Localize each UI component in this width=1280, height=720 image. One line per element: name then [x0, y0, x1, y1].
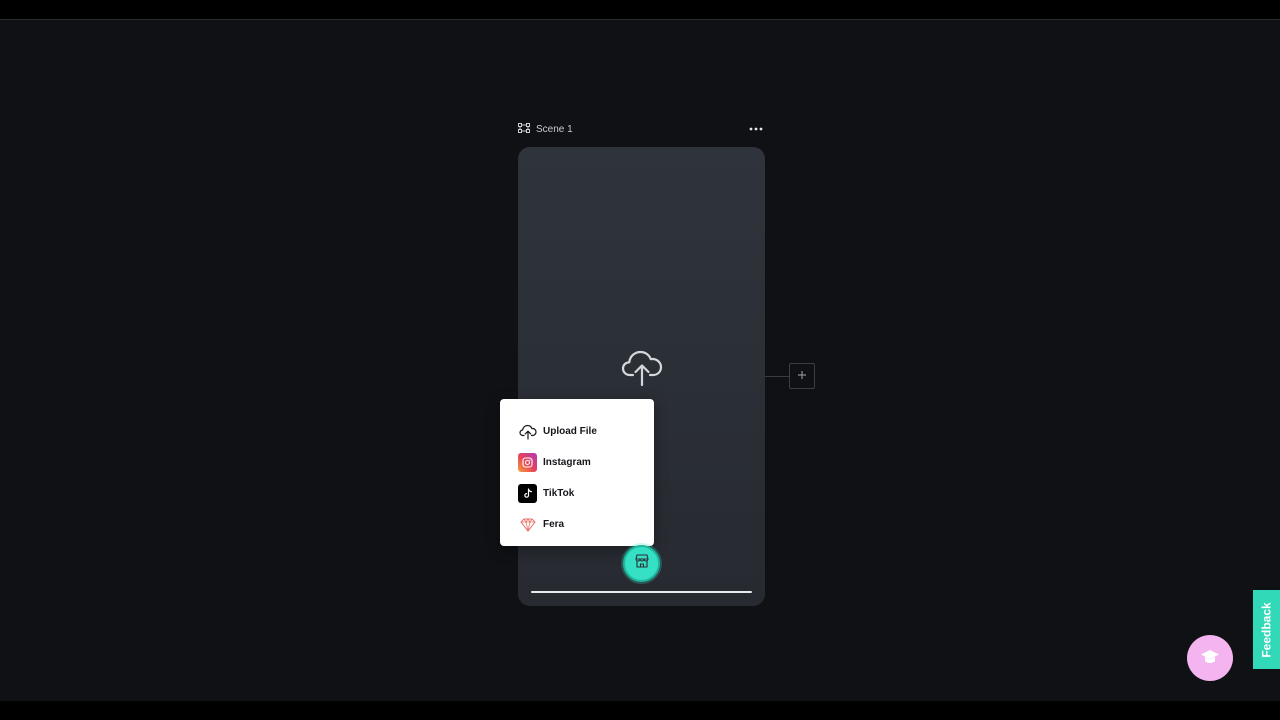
top-bar [0, 0, 1280, 20]
scene-header: Scene 1 [518, 120, 764, 138]
frame-icon [518, 120, 530, 138]
scene-title-group[interactable]: Scene 1 [518, 120, 573, 138]
menu-item-tiktok[interactable]: TikTok [500, 478, 654, 509]
menu-item-label: Upload File [543, 426, 597, 437]
add-scene-button[interactable] [789, 363, 815, 389]
fera-icon [518, 515, 537, 534]
graduation-cap-icon [1200, 648, 1220, 669]
feedback-tab[interactable]: Feedback [1253, 590, 1280, 669]
instagram-icon [518, 453, 537, 472]
menu-item-instagram[interactable]: Instagram [500, 447, 654, 478]
menu-item-label: Fera [543, 519, 565, 530]
tiktok-icon [518, 484, 537, 503]
menu-item-label: TikTok [543, 488, 575, 499]
more-horizontal-icon[interactable] [748, 121, 764, 137]
scene-connector [765, 376, 789, 377]
menu-item-fera[interactable]: Fera [500, 509, 654, 540]
bottom-bar [0, 701, 1280, 720]
timeline-bar [531, 591, 752, 593]
menu-item-label: Instagram [543, 457, 591, 468]
cloud-upload-icon [518, 422, 537, 441]
scene-title[interactable]: Scene 1 [536, 124, 573, 135]
feedback-label: Feedback [1259, 601, 1274, 658]
cloud-upload-icon[interactable] [621, 347, 663, 387]
learn-button[interactable] [1187, 635, 1233, 681]
store-button[interactable] [623, 545, 660, 582]
store-icon [634, 553, 650, 574]
menu-item-upload-file[interactable]: Upload File [500, 416, 654, 447]
plus-icon [797, 367, 807, 385]
upload-source-menu: Upload File Instagram TikTok Fera [500, 399, 654, 546]
